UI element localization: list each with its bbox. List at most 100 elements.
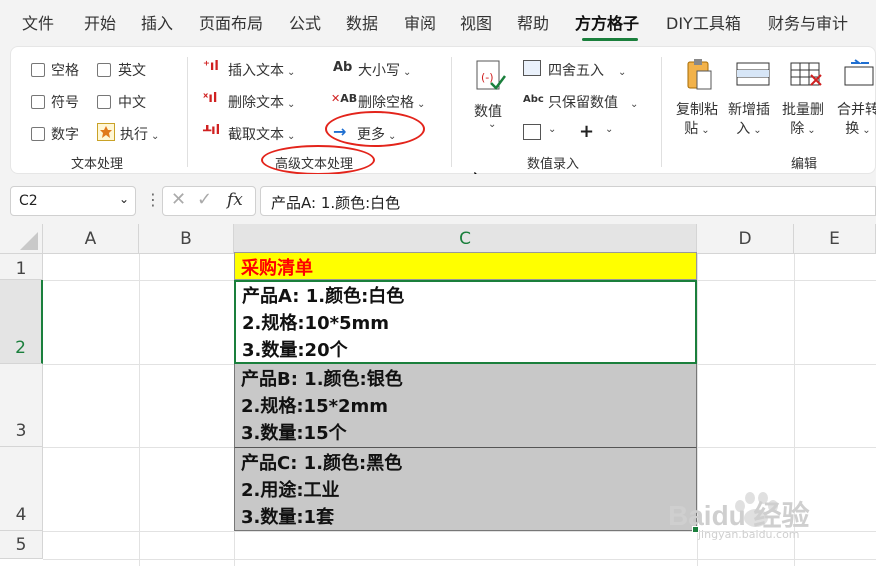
insert-function-button[interactable]: fx: [227, 190, 243, 210]
tab-view[interactable]: 视图: [460, 10, 492, 34]
annotation-circle-advanced: [261, 145, 375, 175]
merge-convert-label-1: 合并转: [837, 102, 876, 118]
chevron-down-icon: ⌄: [287, 131, 296, 142]
keep-value-label: 只保留数值: [548, 95, 618, 111]
checkbox-space[interactable]: [31, 63, 45, 77]
column-header-e[interactable]: E: [794, 224, 876, 254]
cell-c2-line-3: 3.数量:20个: [242, 340, 348, 361]
row-header-3[interactable]: 3: [0, 364, 43, 447]
column-header-c[interactable]: C: [234, 224, 697, 254]
chevron-down-icon: ⌄: [151, 131, 160, 142]
formula-content: 产品A: 1.颜色:白色: [271, 194, 401, 212]
insert-rows-icon: [735, 59, 771, 89]
checkbox-english[interactable]: [97, 63, 111, 77]
merge-convert-button[interactable]: 合并转换 ⌄: [837, 101, 876, 140]
chevron-down-icon: ⌄: [548, 124, 557, 135]
execute-button[interactable]: 执行 ⌄: [120, 124, 159, 144]
active-tab-indicator: [582, 38, 638, 41]
more-options-icon[interactable]: ⋮: [145, 190, 161, 209]
column-header-a[interactable]: A: [43, 224, 139, 254]
checkbox-chinese[interactable]: [97, 95, 111, 109]
group-divider: [661, 57, 662, 167]
insert-text-button[interactable]: 插入文本 ⌄: [228, 60, 295, 80]
cell-c4-line-1: 产品C: 1.颜色:黑色: [241, 453, 403, 474]
cell-c3[interactable]: 产品B: 1.颜色:银色 2.规格:15*2mm 3.数量:15个: [234, 364, 697, 447]
tab-insert[interactable]: 插入: [141, 10, 173, 34]
cell-c3-line-2: 2.规格:15*2mm: [241, 396, 389, 417]
round-icon: [523, 60, 541, 76]
cell-c4-line-2: 2.用途:工业: [241, 480, 340, 501]
edit-cell-icon[interactable]: [523, 124, 541, 140]
cell-c3-line-3: 3.数量:15个: [241, 423, 347, 444]
delete-text-label: 删除文本: [228, 95, 284, 111]
formula-bar-area: C2 ⌄ ⋮ ✕ ✓ fx 产品A: 1.颜色:白色: [0, 174, 876, 224]
delete-text-button[interactable]: 删除文本 ⌄: [228, 92, 295, 112]
tab-review[interactable]: 审阅: [404, 10, 436, 34]
group-label-text-processing: 文本处理: [71, 157, 124, 172]
tab-fangfang[interactable]: 方方格子: [575, 10, 639, 34]
confirm-icon[interactable]: ✓: [197, 189, 212, 210]
tab-diy-toolbox[interactable]: DIY工具箱: [666, 10, 741, 34]
round-button[interactable]: 四舍五入 ⌄: [548, 60, 626, 80]
chevron-down-icon: ⌄: [287, 99, 296, 110]
grid-line: [139, 254, 140, 566]
extract-text-label: 截取文本: [228, 127, 284, 143]
formula-controls: ✕ ✓ fx: [162, 186, 256, 216]
merge-convert-icon: [843, 59, 876, 89]
insert-new-label-1: 新增插: [728, 102, 770, 118]
cancel-icon[interactable]: ✕: [171, 189, 186, 210]
svg-text:(-): (-): [481, 71, 494, 84]
row-header-2[interactable]: 2: [0, 280, 43, 364]
copy-paste-label-2: 贴: [684, 121, 699, 137]
round-label: 四舍五入: [548, 63, 604, 79]
annotation-circle-more: [325, 111, 425, 147]
delete-space-button[interactable]: 删除空格 ⌄: [358, 92, 425, 112]
group-label-value-entry: 数值录入: [527, 157, 580, 172]
delete-space-label: 删除空格: [358, 95, 414, 111]
tab-help[interactable]: 帮助: [517, 10, 549, 34]
checkbox-number[interactable]: [31, 127, 45, 141]
row-header-5[interactable]: 5: [0, 531, 43, 559]
cell-c1[interactable]: 采购清单: [234, 252, 697, 280]
row-header-1[interactable]: 1: [0, 254, 43, 280]
tab-page-layout[interactable]: 页面布局: [199, 10, 263, 34]
chevron-down-icon: ⌄: [807, 125, 816, 136]
case-label: 大小写: [358, 63, 400, 79]
ribbon-tab-bar: 文件 开始 插入 页面布局 公式 数据 审阅 视图 帮助 方方格子 DIY工具箱…: [0, 0, 876, 46]
tab-finance-audit[interactable]: 财务与审计: [768, 10, 848, 34]
copy-paste-button[interactable]: 复制粘贴 ⌄: [676, 101, 718, 140]
checkbox-symbol[interactable]: [31, 95, 45, 109]
sheet-title: 采购清单: [241, 258, 313, 279]
chevron-down-icon[interactable]: ⌄: [119, 192, 129, 206]
column-header-d[interactable]: D: [697, 224, 794, 254]
plus-icon[interactable]: +: [579, 121, 594, 142]
value-button[interactable]: 数值: [474, 101, 502, 121]
tab-file[interactable]: 文件: [22, 10, 54, 34]
name-box[interactable]: C2 ⌄: [10, 186, 136, 216]
cell-c3-line-1: 产品B: 1.颜色:银色: [241, 369, 403, 390]
insert-new-button[interactable]: 新增插入 ⌄: [728, 101, 770, 140]
keep-value-button[interactable]: 只保留数值 ⌄: [548, 92, 638, 112]
group-label-edit: 编辑: [791, 157, 818, 172]
label-number: 数字: [51, 127, 79, 143]
group-divider: [451, 57, 452, 167]
batch-delete-button[interactable]: 批量删除 ⌄: [782, 101, 824, 140]
abc-icon: Abc: [523, 94, 544, 105]
row-header-4[interactable]: 4: [0, 447, 43, 531]
cell-c4[interactable]: 产品C: 1.颜色:黑色 2.用途:工业 3.数量:1套: [234, 447, 697, 531]
cell-c2[interactable]: 产品A: 1.颜色:白色 2.规格:10*5mm 3.数量:20个: [234, 280, 697, 364]
case-button[interactable]: 大小写 ⌄: [358, 60, 411, 80]
chevron-down-icon: ⌄: [618, 67, 627, 78]
batch-delete-label-1: 批量删: [782, 102, 824, 118]
formula-input[interactable]: 产品A: 1.颜色:白色: [260, 186, 876, 216]
tab-formulas[interactable]: 公式: [289, 10, 321, 34]
label-english: 英文: [118, 63, 146, 79]
insert-text-icon: ⁺ıl: [203, 59, 219, 74]
select-all-corner[interactable]: [0, 224, 43, 254]
tab-home[interactable]: 开始: [84, 10, 116, 34]
chevron-down-icon: ⌄: [605, 124, 614, 135]
cell-c4-line-3: 3.数量:1套: [241, 507, 335, 528]
column-header-b[interactable]: B: [139, 224, 234, 254]
extract-text-button[interactable]: 截取文本 ⌄: [228, 124, 295, 144]
tab-data[interactable]: 数据: [346, 10, 378, 34]
